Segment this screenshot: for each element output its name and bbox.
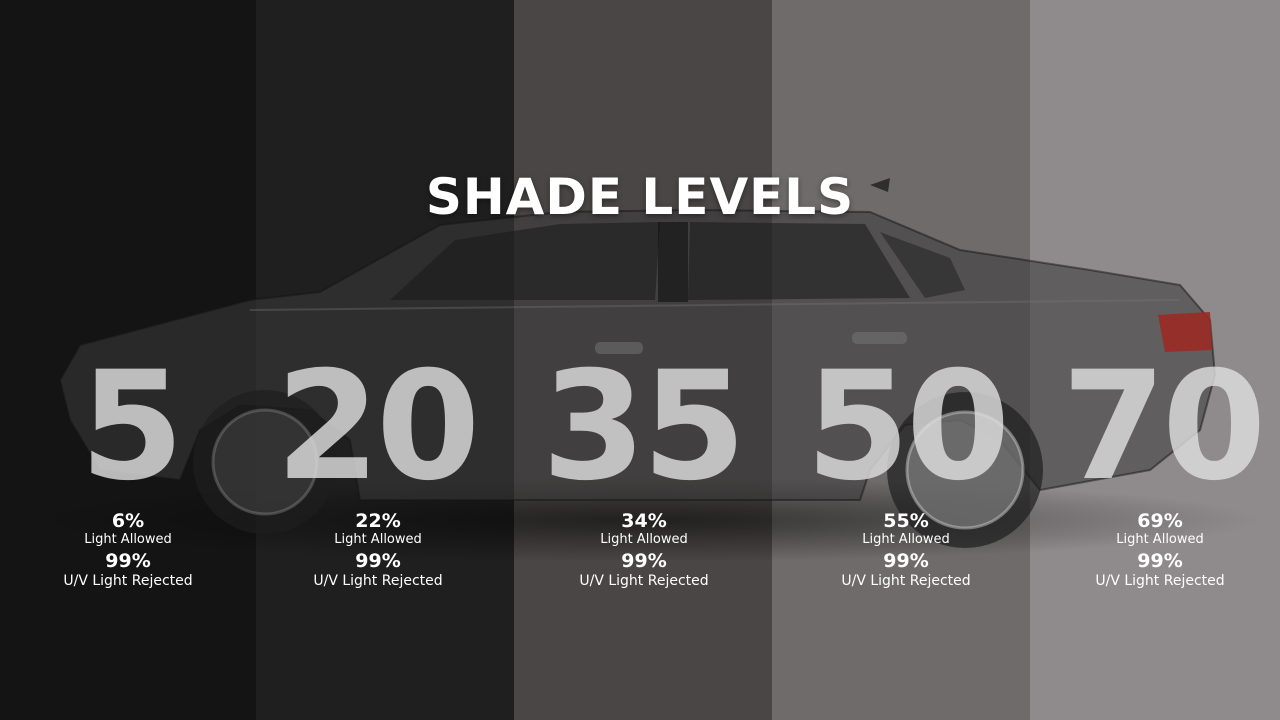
light-allowed-label: Light Allowed (334, 532, 422, 547)
shade-number-5: 5 (79, 340, 184, 514)
shade-stats-70: 69% Light Allowed 99% U/V Light Rejected (1050, 510, 1270, 590)
shade-stats-35: 34% Light Allowed 99% U/V Light Rejected (534, 510, 754, 590)
shade-stats-20: 22% Light Allowed 99% U/V Light Rejected (268, 510, 488, 590)
light-allowed-value: 69% (1137, 510, 1183, 532)
uv-rejected-value: 99% (883, 550, 929, 572)
light-allowed-label: Light Allowed (1116, 532, 1204, 547)
shade-number-20: 20 (275, 340, 481, 514)
light-allowed-label: Light Allowed (600, 532, 688, 547)
uv-rejected-label: U/V Light Rejected (313, 573, 443, 589)
shade-levels-graphic: SHADE LEVELS 5 20 35 50 70 6% Light Allo… (0, 0, 1280, 720)
uv-rejected-value: 99% (105, 550, 151, 572)
shade-number-50: 50 (805, 340, 1011, 514)
light-allowed-value: 22% (355, 510, 401, 532)
shade-stats-50: 55% Light Allowed 99% U/V Light Rejected (796, 510, 1016, 590)
uv-rejected-value: 99% (355, 550, 401, 572)
page-title: SHADE LEVELS (425, 168, 855, 226)
uv-rejected-value: 99% (1137, 550, 1183, 572)
light-allowed-label: Light Allowed (84, 532, 172, 547)
uv-rejected-label: U/V Light Rejected (1095, 573, 1225, 589)
car-pillar (658, 222, 688, 302)
light-allowed-value: 6% (111, 510, 145, 532)
uv-rejected-value: 99% (621, 550, 667, 572)
light-allowed-value: 34% (621, 510, 667, 532)
shade-stats-5: 6% Light Allowed 99% U/V Light Rejected (18, 510, 238, 590)
light-allowed-label: Light Allowed (862, 532, 950, 547)
light-allowed-value: 55% (883, 510, 929, 532)
uv-rejected-label: U/V Light Rejected (841, 573, 971, 589)
shade-number-70: 70 (1061, 340, 1267, 514)
uv-rejected-label: U/V Light Rejected (63, 573, 193, 589)
shade-number-35: 35 (541, 340, 747, 514)
uv-rejected-label: U/V Light Rejected (579, 573, 709, 589)
